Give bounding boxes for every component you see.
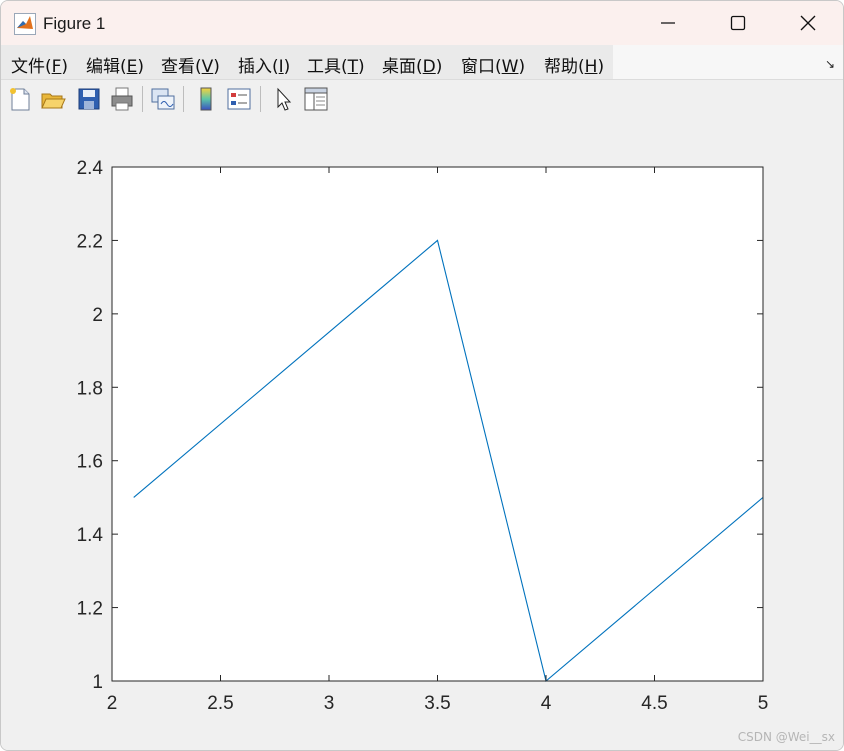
x-tick-label: 2.5	[207, 693, 233, 714]
figure-window: Figure 1 文件(F) 编辑(E) 查看(V) 插入(I) 工具(T) 桌…	[0, 0, 844, 751]
link-plot-icon[interactable]	[149, 85, 177, 113]
new-figure-icon[interactable]	[6, 85, 34, 113]
maximize-button[interactable]	[703, 1, 773, 45]
window-title: Figure 1	[43, 14, 106, 33]
minimize-icon	[661, 22, 675, 24]
matlab-logo-icon	[14, 13, 36, 35]
y-tick-label: 1.8	[77, 378, 103, 399]
insert-legend-icon[interactable]	[225, 85, 253, 113]
x-tick-label: 3.5	[424, 693, 450, 714]
y-tick-label: 1.2	[77, 599, 103, 620]
toolbar-separator	[142, 86, 143, 112]
close-icon	[800, 15, 816, 31]
toolbar-separator	[260, 86, 261, 112]
x-tick-label: 2	[107, 693, 118, 714]
x-tick-label: 3	[324, 693, 335, 714]
menu-bar: 文件(F) 编辑(E) 查看(V) 插入(I) 工具(T) 桌面(D) 窗口(W…	[1, 45, 843, 79]
toolbar-separator	[183, 86, 184, 112]
y-tick-label: 1.4	[77, 525, 104, 546]
axes-background	[112, 167, 763, 681]
close-button[interactable]	[773, 1, 843, 45]
maximize-icon	[730, 15, 746, 31]
menu-file[interactable]: 文件(F)	[11, 52, 68, 77]
menu-insert[interactable]: 插入(I)	[238, 52, 290, 77]
menu-tools[interactable]: 工具(T)	[307, 52, 365, 77]
y-tick-label: 1.6	[77, 452, 103, 473]
y-tick-label: 2	[92, 305, 103, 326]
edit-plot-icon[interactable]	[269, 85, 297, 113]
property-inspector-icon[interactable]	[302, 85, 330, 113]
x-tick-label: 5	[758, 693, 769, 714]
y-tick-label: 2.4	[77, 158, 104, 179]
dock-arrow-icon[interactable]: ↘	[825, 57, 835, 71]
x-tick-label: 4	[541, 693, 552, 714]
y-tick-label: 2.2	[77, 231, 103, 252]
menu-desktop[interactable]: 桌面(D)	[382, 52, 442, 77]
title-bar[interactable]: Figure 1	[1, 1, 843, 45]
figure-toolbar	[1, 79, 843, 120]
menu-help[interactable]: 帮助(H)	[544, 52, 604, 77]
insert-colorbar-icon[interactable]	[192, 85, 220, 113]
menu-edit[interactable]: 编辑(E)	[86, 52, 144, 77]
menu-view[interactable]: 查看(V)	[161, 52, 220, 77]
x-tick-label: 4.5	[641, 693, 667, 714]
figure-canvas: 2 2.5 3 3.5 4 4.5 5 1 1.2 1.4 1.6 1.8 2 2.2 2.4 CSDN @…	[1, 119, 843, 750]
watermark: CSDN @Wei__sx	[737, 730, 835, 744]
y-tick-label: 1	[92, 672, 103, 693]
open-file-icon[interactable]	[39, 85, 67, 113]
line-plot[interactable]: 2 2.5 3 3.5 4 4.5 5 1 1.2 1.4 1.6 1.8 2 2.2 2.4	[1, 119, 843, 750]
print-icon[interactable]	[108, 85, 136, 113]
minimize-button[interactable]	[633, 1, 703, 45]
menu-window[interactable]: 窗口(W)	[461, 52, 525, 77]
save-icon[interactable]	[75, 85, 103, 113]
